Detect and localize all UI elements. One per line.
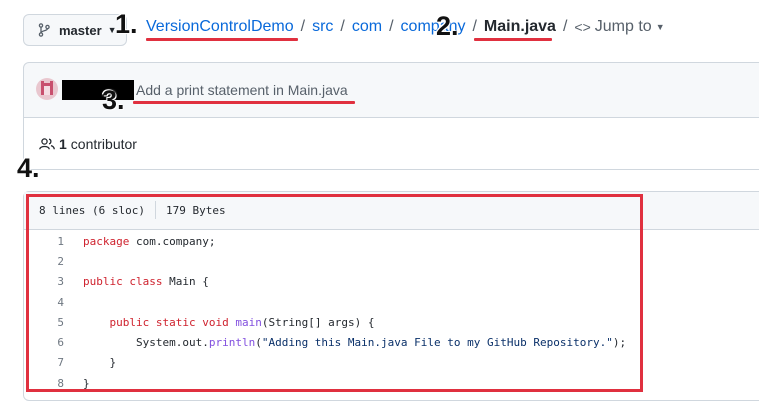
annotation-number-3: 3. [102,85,125,115]
branch-name: master [59,22,102,38]
annotation-number-2: 2. [436,11,459,41]
branch-selector-button[interactable]: master ▼ [23,14,127,46]
breadcrumb-repo-link[interactable]: VersionControlDemo [146,18,294,36]
breadcrumb-separator: / [472,18,477,35]
jump-to-button[interactable]: <> Jump to ▼ [574,18,664,36]
contributor-count: 1 [59,136,67,152]
breadcrumb-file-name: Main.java [483,18,556,35]
breadcrumb: VersionControlDemo / src / com / company… [146,18,665,36]
breadcrumb-separator: / [562,18,568,35]
code-icon: <> [574,19,591,35]
commit-message-link[interactable]: Add a print statement in Main.java [136,82,348,98]
chevron-down-icon: ▼ [655,22,665,32]
annotation-underline-file [474,38,552,41]
breadcrumb-separator: / [340,18,345,35]
breadcrumb-separator: / [300,18,306,35]
contributors-link[interactable]: 1 contributor [39,136,137,152]
breadcrumb-separator: / [389,18,394,35]
annotation-number-4: 4. [17,153,40,183]
annotation-highlight-box [26,194,643,392]
annotation-underline-repo [146,38,298,41]
annotation-number-1: 1. [115,9,138,39]
avatar[interactable] [36,78,58,100]
breadcrumb-com-link[interactable]: com [352,18,382,36]
annotation-underline-commit [133,101,355,104]
breadcrumb-src-link[interactable]: src [312,18,333,36]
identicon-icon [41,81,53,95]
git-branch-icon [38,23,50,37]
people-icon [39,138,55,150]
jump-to-label: Jump to [594,18,652,35]
contributor-label: contributor [70,136,137,152]
